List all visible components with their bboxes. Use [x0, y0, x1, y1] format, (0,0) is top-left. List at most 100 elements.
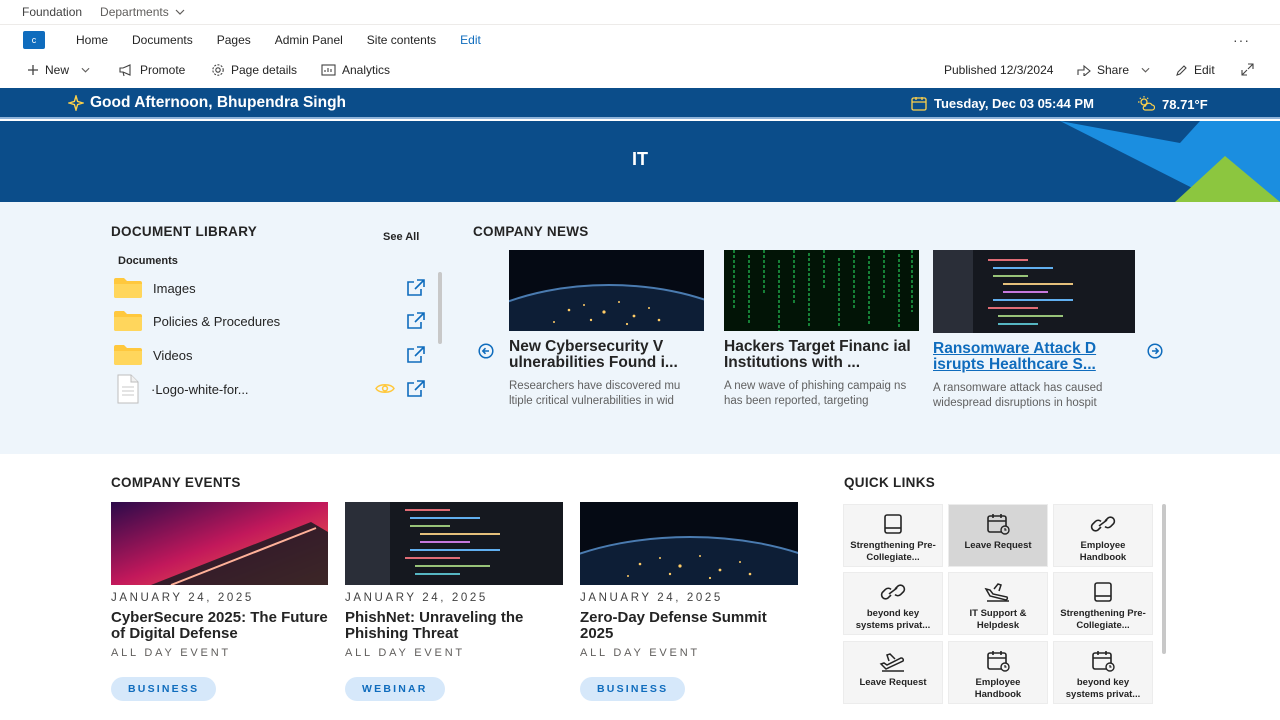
new-label: New [45, 63, 70, 77]
gear-icon [212, 64, 224, 76]
open-external-icon[interactable] [406, 312, 425, 329]
news-image-code-screen [933, 250, 1135, 333]
news-title[interactable]: Hackers Target Financ ial Institutions w… [724, 339, 919, 373]
quick-link-tile[interactable]: IT Support & Helpdesk [948, 572, 1048, 635]
news-card[interactable]: Hackers Target Financ ial Institutions w… [724, 250, 919, 409]
event-card[interactable]: JANUARY 24, 2025 Zero-Day Defense Summit… [580, 502, 798, 701]
chevron-down-icon [1141, 67, 1150, 73]
news-description: A ransomware attack has caused widesprea… [933, 382, 1103, 409]
eye-icon[interactable] [375, 382, 395, 395]
quick-link-label: Employee Handbook [1079, 540, 1127, 563]
quick-link-tile[interactable]: Strengthening Pre-Collegiate... [843, 504, 943, 567]
news-title[interactable]: New Cybersecurity V ulnerabilities Found… [509, 339, 704, 373]
more-options-icon[interactable]: ··· [1233, 32, 1250, 48]
open-external-icon[interactable] [406, 279, 425, 296]
event-image-earth [580, 502, 798, 585]
doc-item-label: Videos [153, 347, 193, 363]
share-label: Share [1097, 63, 1130, 77]
quick-link-label: Leave Request [964, 540, 1032, 551]
nav-item-site-contents[interactable]: Site contents [367, 33, 436, 47]
see-all-link[interactable]: See All [383, 231, 419, 243]
quick-link-tile[interactable]: Employee Handbook [948, 641, 1048, 704]
quick-link-tile[interactable]: Leave Request [843, 641, 943, 704]
new-button[interactable]: New [27, 63, 90, 77]
page-details-button[interactable]: Page details [211, 63, 297, 77]
tablet-icon [1094, 582, 1112, 602]
departments-dropdown[interactable]: Departments [100, 5, 185, 19]
news-description: Researchers have discovered mu ltiple cr… [509, 380, 681, 407]
page-details-label: Page details [231, 63, 298, 77]
doc-item-label: Policies & Procedures [153, 313, 281, 329]
doc-item-logo-file[interactable]: ·Logo-white-for... [113, 374, 428, 404]
document-library-heading: DOCUMENT LIBRARY [111, 224, 258, 239]
doc-item-policies[interactable]: Policies & Procedures [113, 306, 428, 336]
site-name[interactable]: Foundation [22, 5, 82, 19]
file-icon [117, 374, 139, 404]
event-title[interactable]: Zero-Day Defense Summit 2025 [580, 610, 798, 642]
document-library-scrollbar[interactable] [438, 272, 442, 344]
open-external-icon[interactable] [406, 346, 425, 363]
open-external-icon[interactable] [406, 380, 425, 397]
quick-link-label: IT Support & Helpdesk [969, 608, 1027, 631]
doc-item-images[interactable]: Images [113, 273, 428, 303]
nav-item-documents[interactable]: Documents [132, 33, 193, 47]
promote-button[interactable]: Promote [118, 63, 185, 77]
quick-link-tile[interactable]: Leave Request [948, 504, 1048, 567]
news-image-code-rain [724, 250, 919, 331]
event-date: JANUARY 24, 2025 [580, 592, 723, 604]
quick-link-label: beyond key systems privat... [1065, 677, 1141, 700]
next-arrow-icon[interactable] [1147, 343, 1163, 359]
datetime-text: Tuesday, Dec 03 05:44 PM [934, 96, 1094, 111]
analytics-label: Analytics [342, 63, 391, 77]
page-banner: IT [0, 121, 1280, 202]
departments-label: Departments [100, 5, 169, 19]
published-status: Published 12/3/2024 [944, 63, 1053, 77]
chevron-down-icon [175, 9, 185, 15]
previous-arrow-icon[interactable] [478, 343, 494, 359]
analytics-icon [321, 64, 336, 76]
quick-link-tile[interactable]: beyond key systems privat... [1053, 641, 1153, 704]
page-title: IT [632, 149, 648, 169]
news-card[interactable]: New Cybersecurity V ulnerabilities Found… [509, 250, 704, 409]
share-button[interactable]: Share [1077, 63, 1150, 77]
doc-item-label: ·Logo-white-for... [151, 381, 249, 397]
expand-button[interactable] [1241, 63, 1254, 76]
quick-link-tile[interactable]: Employee Handbook [1053, 504, 1153, 567]
doc-item-videos[interactable]: Videos [113, 340, 428, 370]
event-category-tag[interactable]: BUSINESS [580, 677, 686, 701]
weather-icon [1138, 96, 1155, 111]
quick-link-label: Strengthening Pre-Collegiate... [850, 540, 936, 563]
company-events-heading: COMPANY EVENTS [111, 475, 241, 490]
suite-bar: Foundation Departments [0, 0, 1280, 25]
analytics-button[interactable]: Analytics [321, 63, 390, 77]
command-bar: New Promote Page details Analytics Publi… [0, 56, 1280, 86]
company-news-heading: COMPANY NEWS [473, 224, 589, 239]
nav-item-pages[interactable]: Pages [217, 33, 251, 47]
edit-page-button[interactable]: Edit [1175, 63, 1215, 77]
greeting-text: Good Afternoon, Bhupendra Singh [90, 94, 347, 111]
nav-item-admin-panel[interactable]: Admin Panel [275, 33, 343, 47]
event-category-tag[interactable]: BUSINESS [111, 677, 217, 701]
edit-label: Edit [1194, 63, 1215, 77]
quick-link-tile[interactable]: Strengthening Pre-Collegiate... [1053, 572, 1153, 635]
news-title[interactable]: Ransomware Attack D isrupts Healthcare S… [933, 341, 1135, 375]
folder-icon [114, 345, 142, 365]
expand-icon [1241, 63, 1254, 76]
quick-link-label: Employee Handbook [974, 677, 1022, 700]
quick-links-scrollbar[interactable] [1162, 504, 1166, 654]
news-card[interactable]: Ransomware Attack D isrupts Healthcare S… [933, 250, 1135, 411]
event-card[interactable]: JANUARY 24, 2025 CyberSecure 2025: The F… [111, 502, 328, 701]
quick-link-tile[interactable]: beyond key systems privat... [843, 572, 943, 635]
event-category-tag[interactable]: WEBINAR [345, 677, 445, 701]
greeting-bar: Good Afternoon, Bhupendra Singh Tuesday,… [0, 88, 1280, 119]
documents-subheading: Documents [118, 255, 178, 267]
quick-link-label: Strengthening Pre-Collegiate... [1060, 608, 1146, 631]
event-title[interactable]: PhishNet: Unraveling the Phishing Threat [345, 610, 563, 642]
event-title[interactable]: CyberSecure 2025: The Future of Digital … [111, 610, 328, 642]
event-card[interactable]: JANUARY 24, 2025 PhishNet: Unraveling th… [345, 502, 563, 701]
quick-link-label: beyond key systems privat... [855, 608, 931, 631]
quick-link-label: Leave Request [859, 677, 927, 688]
nav-item-home[interactable]: Home [76, 33, 108, 47]
site-logo[interactable]: c [23, 31, 45, 49]
nav-edit-link[interactable]: Edit [460, 33, 481, 47]
